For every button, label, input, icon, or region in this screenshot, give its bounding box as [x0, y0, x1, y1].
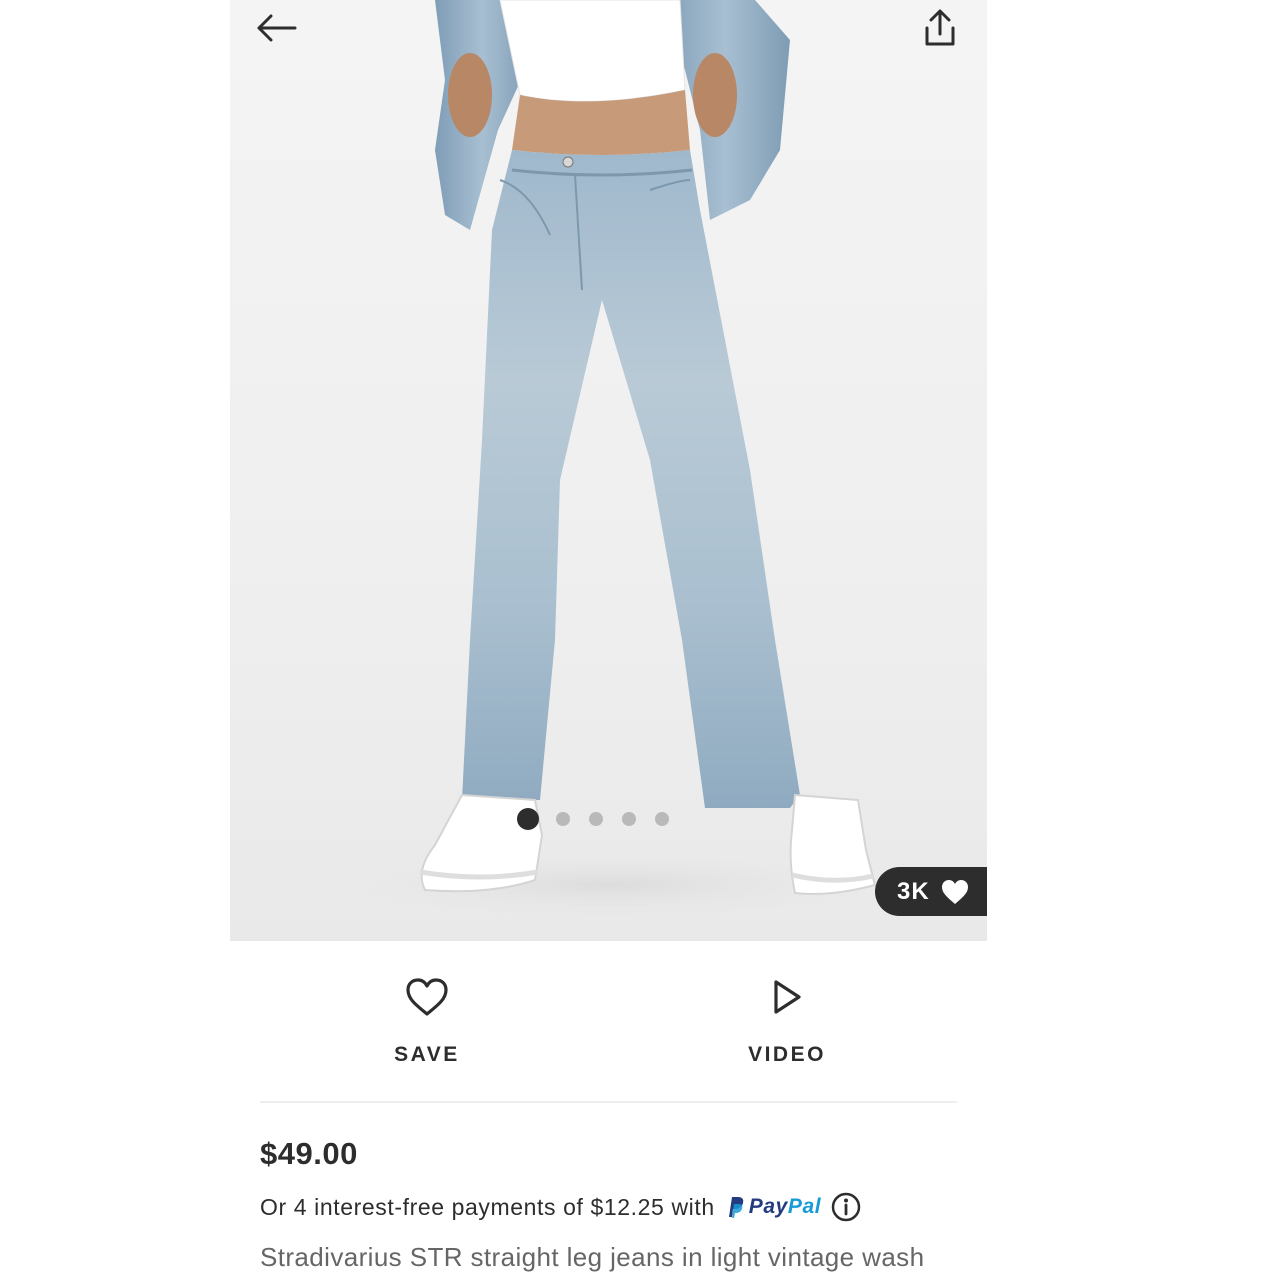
save-button[interactable]: SAVE	[327, 977, 527, 1067]
share-icon	[925, 9, 955, 46]
arrow-left-icon	[257, 14, 297, 42]
paypal-word-pal: Pal	[787, 1195, 822, 1218]
info-icon	[832, 1192, 861, 1222]
product-image-gallery[interactable]: 3K	[230, 0, 987, 941]
pagination-dot[interactable]	[655, 812, 669, 826]
likes-badge[interactable]: 3K	[875, 867, 987, 916]
pagination-dot[interactable]	[622, 812, 636, 826]
video-label: VIDEO	[748, 1043, 826, 1066]
installments-text: Or 4 interest-free payments of $12.25 wi…	[260, 1193, 715, 1220]
pagination-dot[interactable]	[517, 808, 539, 830]
info-button[interactable]	[831, 1192, 861, 1222]
actions-row: SAVE VIDEO	[230, 941, 987, 1101]
back-button[interactable]	[252, 8, 300, 48]
product-title: Stradivarius STR straight leg jeans in l…	[260, 1242, 925, 1272]
heart-outline-icon	[406, 978, 448, 1016]
paypal-logo: PayPal	[725, 1195, 822, 1219]
pagination-dot[interactable]	[556, 812, 570, 826]
play-icon	[774, 980, 801, 1014]
paypal-word-pay: Pay	[748, 1195, 788, 1218]
pagination-dot[interactable]	[589, 812, 603, 826]
gallery-pagination[interactable]	[517, 808, 669, 830]
likes-count: 3K	[897, 877, 930, 905]
page: 3K SAVE VIDEO $49.00 Or 4 interest-free …	[0, 0, 1280, 1280]
installments-info: Or 4 interest-free payments of $12.25 wi…	[260, 1192, 861, 1222]
paypal-p-icon	[728, 1197, 744, 1218]
share-button[interactable]	[918, 6, 962, 50]
video-button[interactable]: VIDEO	[687, 977, 887, 1067]
product-screen: 3K SAVE VIDEO $49.00 Or 4 interest-free …	[230, 0, 987, 1280]
save-label: SAVE	[394, 1043, 460, 1066]
product-photo	[290, 0, 930, 925]
divider	[260, 1101, 957, 1103]
heart-filled-icon	[941, 879, 968, 904]
product-price: $49.00	[260, 1136, 358, 1171]
